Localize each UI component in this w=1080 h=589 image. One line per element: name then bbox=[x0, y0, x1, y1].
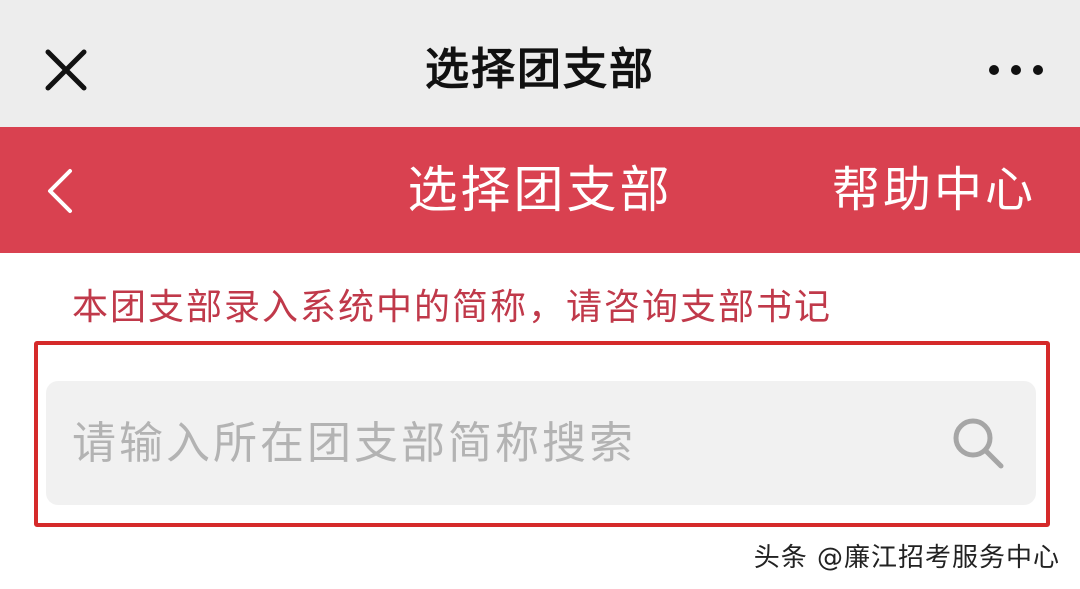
app-header: 选择团支部 帮助中心 bbox=[0, 127, 1080, 253]
help-center-link[interactable]: 帮助中心 bbox=[832, 157, 1036, 223]
search-box[interactable] bbox=[46, 381, 1036, 505]
more-button[interactable] bbox=[988, 58, 1044, 82]
search-button[interactable] bbox=[948, 413, 1008, 473]
miniprogram-nav-bar: 选择团支部 bbox=[0, 0, 1080, 127]
search-input[interactable] bbox=[72, 411, 912, 475]
page-title: 选择团支部 bbox=[425, 44, 655, 95]
more-dots-icon bbox=[989, 65, 1043, 75]
search-icon bbox=[953, 418, 1004, 469]
watermark: 头条 @廉江招考服务中心 bbox=[753, 543, 1060, 573]
hint-text: 本团支部录入系统中的简称，请咨询支部书记 bbox=[72, 287, 833, 328]
